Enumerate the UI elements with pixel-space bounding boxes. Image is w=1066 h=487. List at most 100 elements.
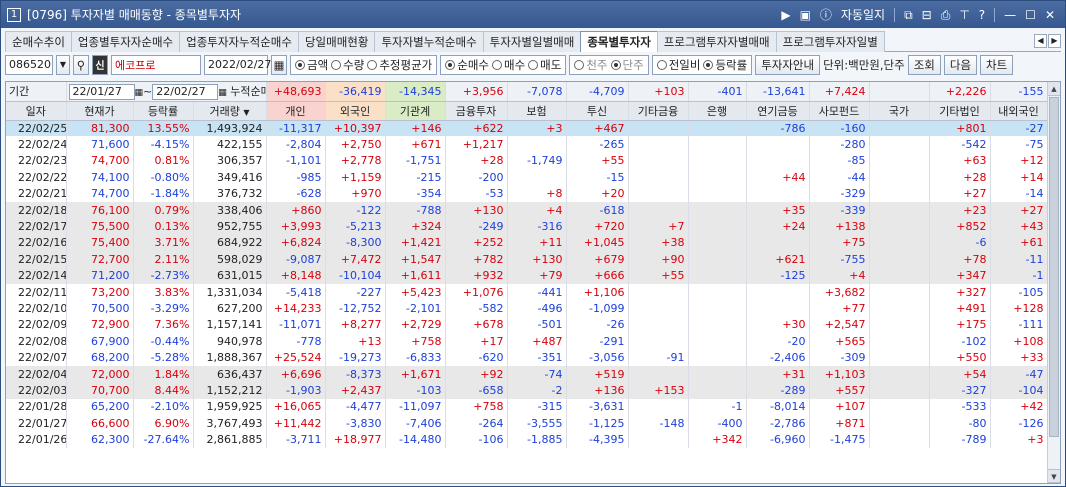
calendar-icon[interactable]: ▦ [271, 54, 287, 75]
table-row[interactable]: 22/02/15 72,700 2.11% 598,029 -9,087 +7,472 +1… [6, 251, 1048, 268]
column-header[interactable]: 사모펀드 [809, 101, 870, 121]
save-icon[interactable]: ⊟ [922, 8, 932, 22]
column-header[interactable]: 외국인 [325, 101, 386, 121]
radio2-option-1[interactable]: 매수 [492, 57, 525, 73]
column-header[interactable]: 개인 [266, 101, 326, 121]
column-header[interactable]: 연기금등 [746, 101, 810, 121]
radio1-option-1[interactable]: 수량 [331, 57, 364, 73]
radio2-option-0[interactable]: 순매수 [445, 57, 489, 73]
tab-7[interactable]: 프로그램투자자별매매 [656, 31, 777, 52]
tab-prev-icon[interactable]: ◀ [1034, 34, 1047, 48]
table-row[interactable]: 22/02/21 74,700 -1.84% 376,732 -628 +970 -354-… [6, 185, 1048, 202]
radio4-option-1[interactable]: 등락률 [703, 57, 747, 73]
credit-badge: 신 [92, 54, 108, 75]
column-header[interactable]: 일자 [6, 101, 67, 121]
tab-8[interactable]: 프로그램투자자일별 [775, 31, 885, 52]
radio2-option-2[interactable]: 매도 [528, 57, 561, 73]
table-row[interactable]: 22/02/14 71,200 -2.73% 631,015 +8,148 -10,104… [6, 267, 1048, 284]
tab-next-icon[interactable]: ▶ [1048, 34, 1061, 48]
info-icon[interactable]: ⓘ [820, 8, 832, 22]
table-row[interactable]: 22/02/07 68,200 -5.28% 1,888,367 +25,524 -19,… [6, 349, 1048, 366]
scroll-up-icon[interactable]: ▲ [1048, 82, 1060, 96]
calendar-icon[interactable]: ▦ [218, 88, 227, 98]
table-row[interactable]: 22/02/25 81,300 13.55% 1,493,924 -11,317 +10,… [6, 120, 1048, 137]
pin-icon[interactable]: ⊤ [959, 8, 969, 22]
table-cell: -1,903 [266, 382, 326, 399]
minimize-icon[interactable]: — [1004, 8, 1016, 22]
radio3-option-0[interactable]: 천주 [574, 57, 608, 73]
table-cell: 68,200 [66, 349, 134, 366]
tab-0[interactable]: 순매수추이 [5, 31, 72, 52]
table-row[interactable]: 22/01/28 65,200 -2.10% 1,959,925 +16,065 -4,4… [6, 398, 1048, 416]
table-row[interactable]: 22/02/22 74,100 -0.80% 349,416 -985 +1,159 -21… [6, 169, 1048, 186]
column-header[interactable]: 금융투자 [445, 101, 508, 121]
column-header[interactable]: 보험 [507, 101, 567, 121]
maximize-icon[interactable]: ☐ [1025, 8, 1036, 22]
tab-5[interactable]: 투자자별일별매매 [482, 31, 582, 52]
table-row[interactable]: 22/02/23 74,700 0.81% 306,357 -1,101 +2,778 -1… [6, 152, 1048, 170]
table-row[interactable]: 22/02/10 70,500 -3.29% 627,200 +14,233 -12,75… [6, 300, 1048, 317]
radio3-option-1[interactable]: 단주 [610, 57, 644, 73]
scroll-down-icon[interactable]: ▼ [1048, 469, 1060, 483]
table-row[interactable]: 22/02/17 75,500 0.13% 952,755 +3,993 -5,213 +3… [6, 218, 1048, 235]
tab-4[interactable]: 투자자별누적순매수 [374, 31, 484, 52]
table-cell: -111 [990, 316, 1048, 334]
vertical-scrollbar[interactable]: ▲ ▼ [1047, 82, 1060, 483]
column-header[interactable]: 투신 [566, 101, 629, 121]
table-row[interactable]: 22/01/26 62,300 -27.64% 2,861,885 -3,711 +18,… [6, 431, 1048, 448]
table-row[interactable]: 22/02/04 72,000 1.84% 636,437 +6,696 -8,373 +1… [6, 365, 1048, 383]
calendar-icon[interactable]: ▦ [135, 88, 144, 98]
print-icon[interactable]: ⎙ [941, 8, 951, 22]
column-header[interactable]: 기타법인 [929, 101, 991, 121]
next-button[interactable]: 다음 [943, 54, 978, 75]
close-icon[interactable]: ✕ [1045, 8, 1055, 22]
table-row[interactable]: 22/02/03 70,700 8.44% 1,152,212 -1,903 +2,437… [6, 382, 1048, 399]
table-cell: 22/02/15 [6, 251, 67, 268]
table-row[interactable]: 22/01/27 66,600 6.90% 3,767,493 +11,442 -3,83… [6, 415, 1048, 432]
table-row[interactable]: 22/02/11 73,200 3.83% 1,331,034 -5,418 -227 +5… [6, 283, 1048, 301]
table-row[interactable]: 22/02/16 75,400 3.71% 684,922 +6,824 -8,300 +1… [6, 234, 1048, 252]
column-header[interactable]: 내외국인 [990, 101, 1048, 121]
period-to-input[interactable]: 22/02/27 [152, 83, 219, 100]
column-header[interactable]: 기타금융 [628, 101, 689, 121]
scroll-thumb[interactable] [1049, 97, 1059, 437]
link-icon[interactable]: ⧉ [904, 8, 913, 22]
radio1-option-2[interactable]: 추정평균가 [367, 57, 432, 73]
stock-name-field[interactable]: 에코프로 [111, 54, 201, 75]
table-cell: +720 [566, 218, 629, 235]
column-header[interactable]: 기관계 [385, 101, 446, 121]
date-input[interactable]: 2022/02/27 [204, 54, 271, 75]
code-dropdown-icon[interactable]: ▼ [56, 54, 70, 75]
column-header[interactable]: 등락률 [133, 101, 194, 121]
tab-2[interactable]: 업종투자자누적순매수 [179, 31, 299, 52]
search-icon[interactable]: ⚲ [73, 54, 89, 75]
auto-log-button[interactable]: 자동일지 [841, 6, 885, 23]
query-button[interactable]: 조회 [907, 54, 941, 75]
table-cell: -1,099 [566, 300, 629, 317]
radio4-option-0[interactable]: 전일비 [656, 57, 700, 73]
table-row[interactable]: 22/02/08 67,900 -0.44% 940,978 -778 +13 +758 +1… [6, 333, 1048, 350]
column-header[interactable]: 은행 [688, 101, 747, 121]
memo-icon[interactable]: ▣ [800, 8, 811, 22]
table-cell [869, 218, 930, 235]
table-row[interactable]: 22/02/09 72,900 7.36% 1,157,141 -11,071 +8,27… [6, 316, 1048, 334]
tab-3[interactable]: 당일매매현황 [297, 31, 376, 52]
table-cell [628, 283, 689, 301]
sort-down-icon[interactable]: ▼ [243, 108, 249, 117]
column-header[interactable]: 거래량 ▼ [193, 101, 267, 121]
tab-6[interactable]: 종목별투자자 [580, 31, 658, 52]
stock-code-input[interactable]: 086520 [5, 54, 53, 75]
period-from-input[interactable]: 22/01/27 [68, 83, 135, 100]
tab-1[interactable]: 업종별투자자순매수 [70, 31, 181, 52]
table-row[interactable]: 22/02/18 76,100 0.79% 338,406 +860 -122 -788 +1… [6, 201, 1048, 219]
table-cell: 1,152,212 [193, 382, 267, 399]
column-header[interactable]: 현재가 [66, 101, 134, 121]
chart-button[interactable]: 차트 [980, 54, 1014, 75]
table-row[interactable]: 22/02/24 71,600 -4.15% 422,155 -2,804 +2,750 +… [6, 136, 1048, 153]
investor-guide-button[interactable]: 투자자안내 [755, 54, 821, 75]
table-cell: +12 [990, 152, 1048, 170]
column-header[interactable]: 국가 [869, 101, 930, 121]
radio1-option-0[interactable]: 금액 [295, 57, 328, 73]
help-button[interactable]: ? [979, 8, 985, 22]
play-icon[interactable]: ▶ [781, 8, 790, 22]
